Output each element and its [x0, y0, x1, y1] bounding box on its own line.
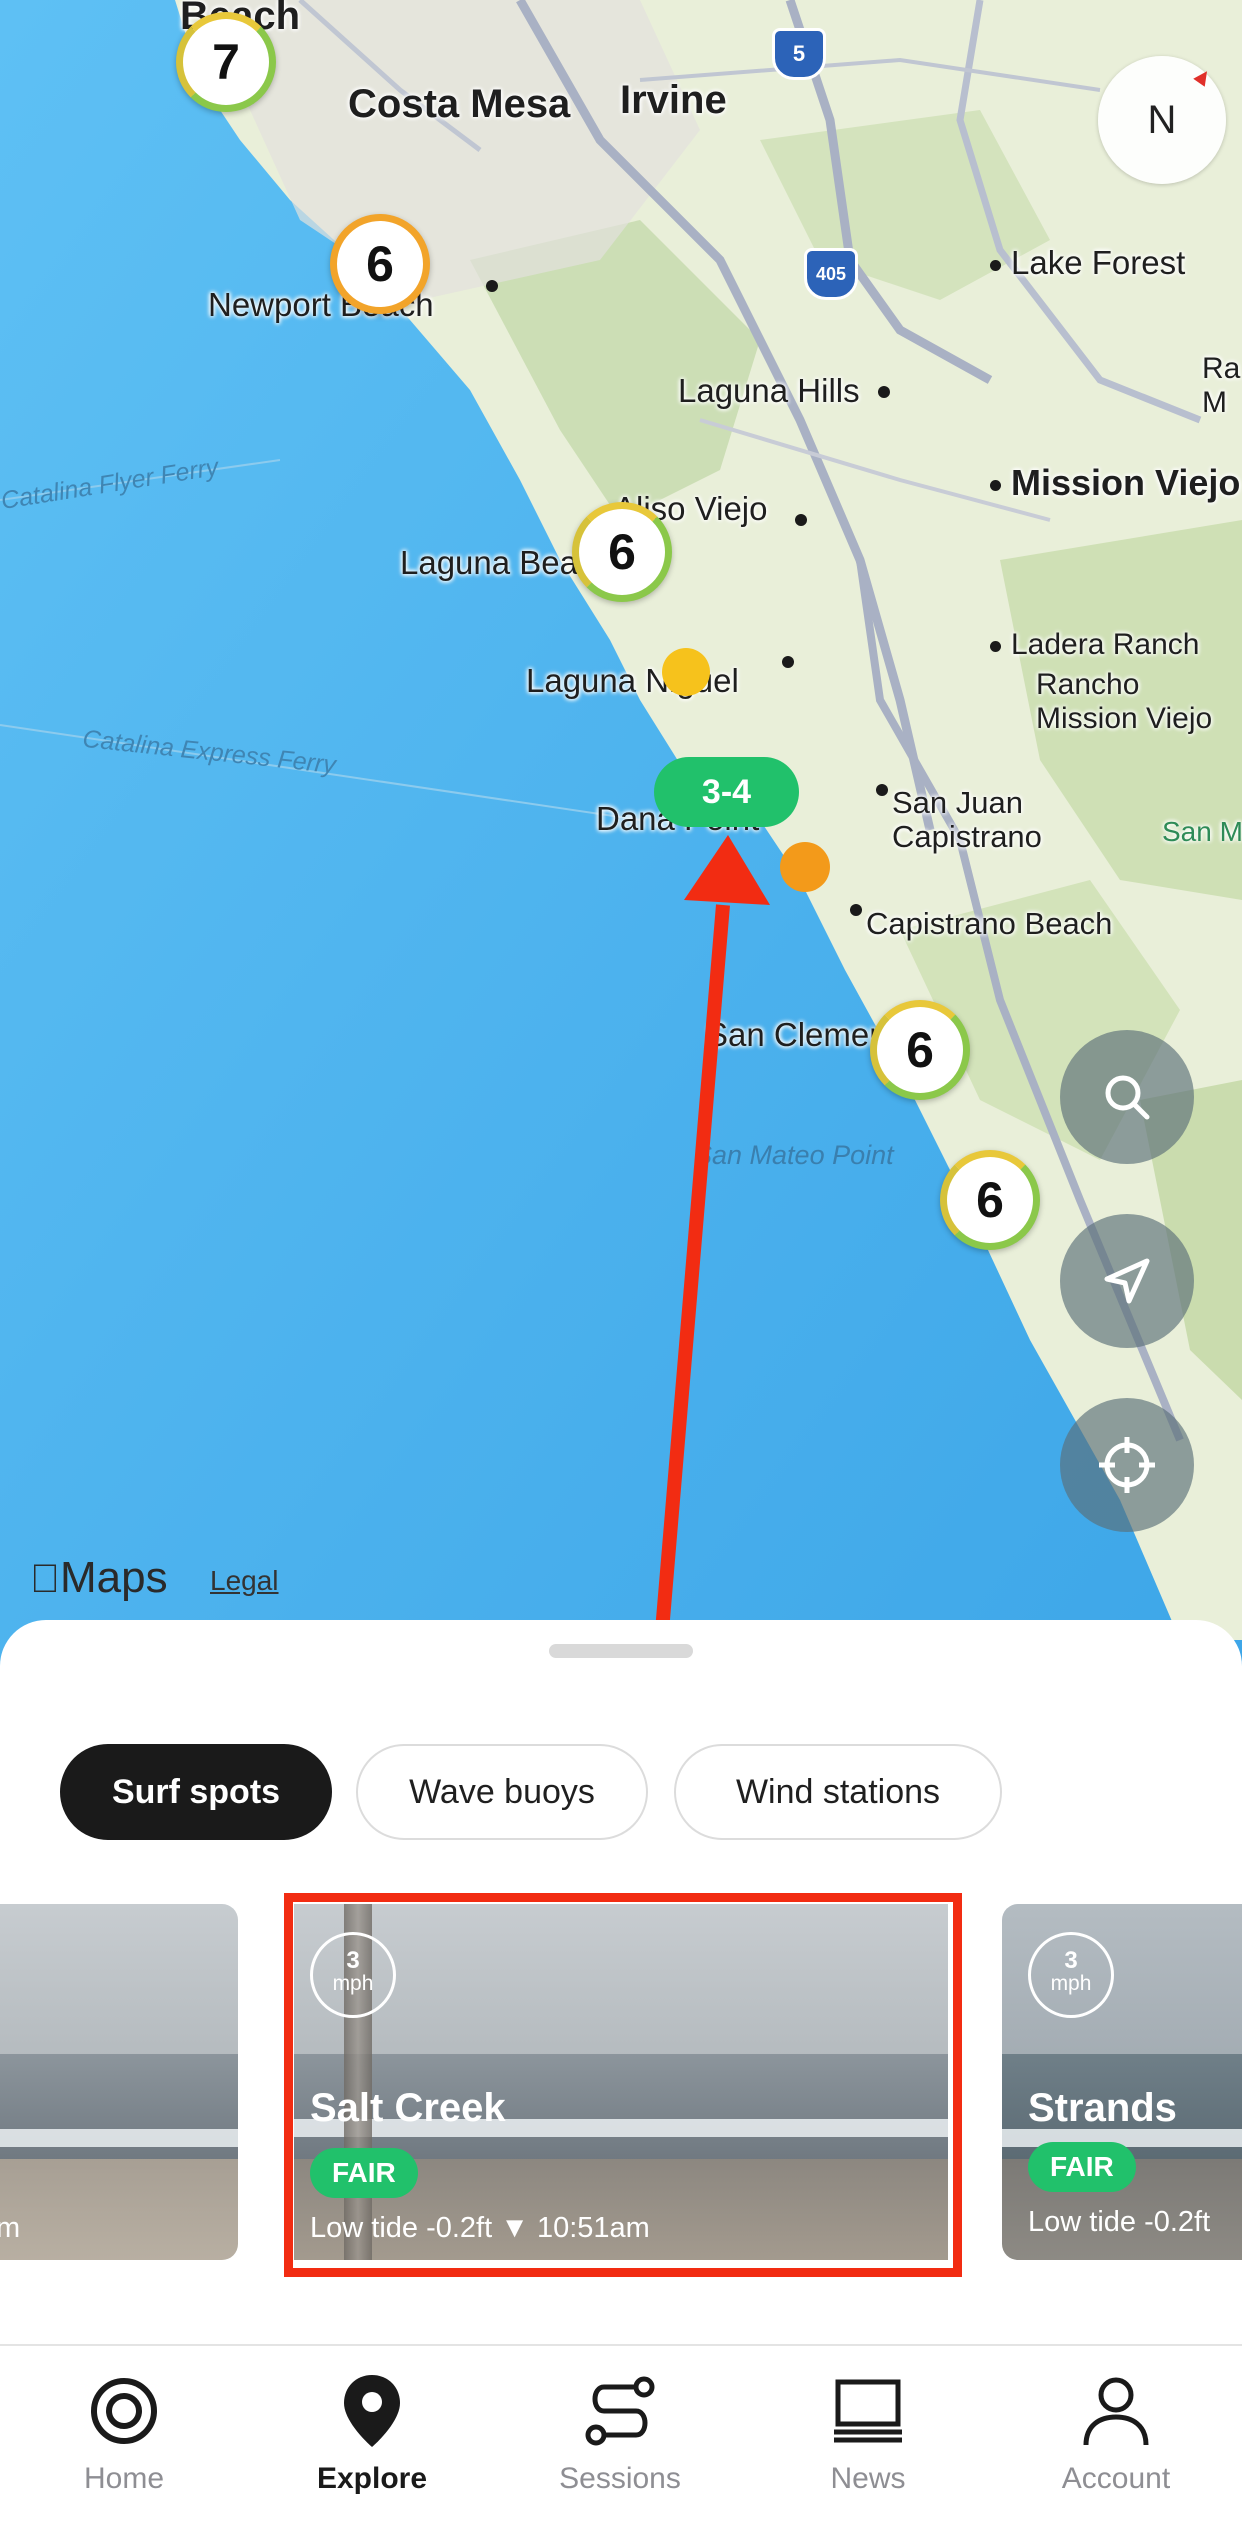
surf-rating-badge: FAIR	[1028, 2142, 1136, 2192]
tab-sessions[interactable]: Sessions	[520, 2366, 720, 2496]
home-icon	[91, 2378, 157, 2444]
tab-home[interactable]: Home	[24, 2366, 224, 2496]
tab-news[interactable]: News	[768, 2366, 968, 2496]
sheet-grabber-handle[interactable]	[549, 1644, 693, 1658]
spot-card-tide: Low tide -0.2ft	[1028, 2206, 1211, 2238]
tab-account-label: Account	[1061, 2462, 1171, 2495]
spot-card-tide: m	[0, 2212, 21, 2244]
person-icon	[1083, 2377, 1149, 2446]
tab-bar: Home Explore Sessions News Account	[0, 2344, 1242, 2544]
route-icon	[585, 2376, 655, 2446]
tab-explore-label: Explore	[316, 2462, 428, 2495]
annotation-highlight-box	[284, 1893, 962, 2277]
filter-chip-wind-stations[interactable]: Wind stations	[674, 1744, 1002, 1840]
map-pin-icon	[344, 2375, 400, 2447]
tab-sessions-label: Sessions	[559, 2462, 681, 2495]
spot-card[interactable]: m	[0, 1904, 238, 2260]
filter-chip-wave-buoys[interactable]: Wave buoys	[356, 1744, 648, 1840]
spot-card-name: Strands	[1028, 2086, 1177, 2130]
tab-account[interactable]: Account	[1016, 2366, 1216, 2496]
tab-news-label: News	[830, 2462, 906, 2495]
spot-card-strands[interactable]: 3 mph Strands FAIR Low tide -0.2ft	[1002, 1904, 1242, 2260]
tab-explore[interactable]: Explore	[272, 2366, 472, 2496]
tab-home-label: Home	[83, 2462, 165, 2495]
filter-chip-surf-spots[interactable]: Surf spots	[60, 1744, 332, 1840]
wind-speed-badge: 3 mph	[1028, 1932, 1114, 2018]
laptop-icon	[834, 2379, 902, 2443]
